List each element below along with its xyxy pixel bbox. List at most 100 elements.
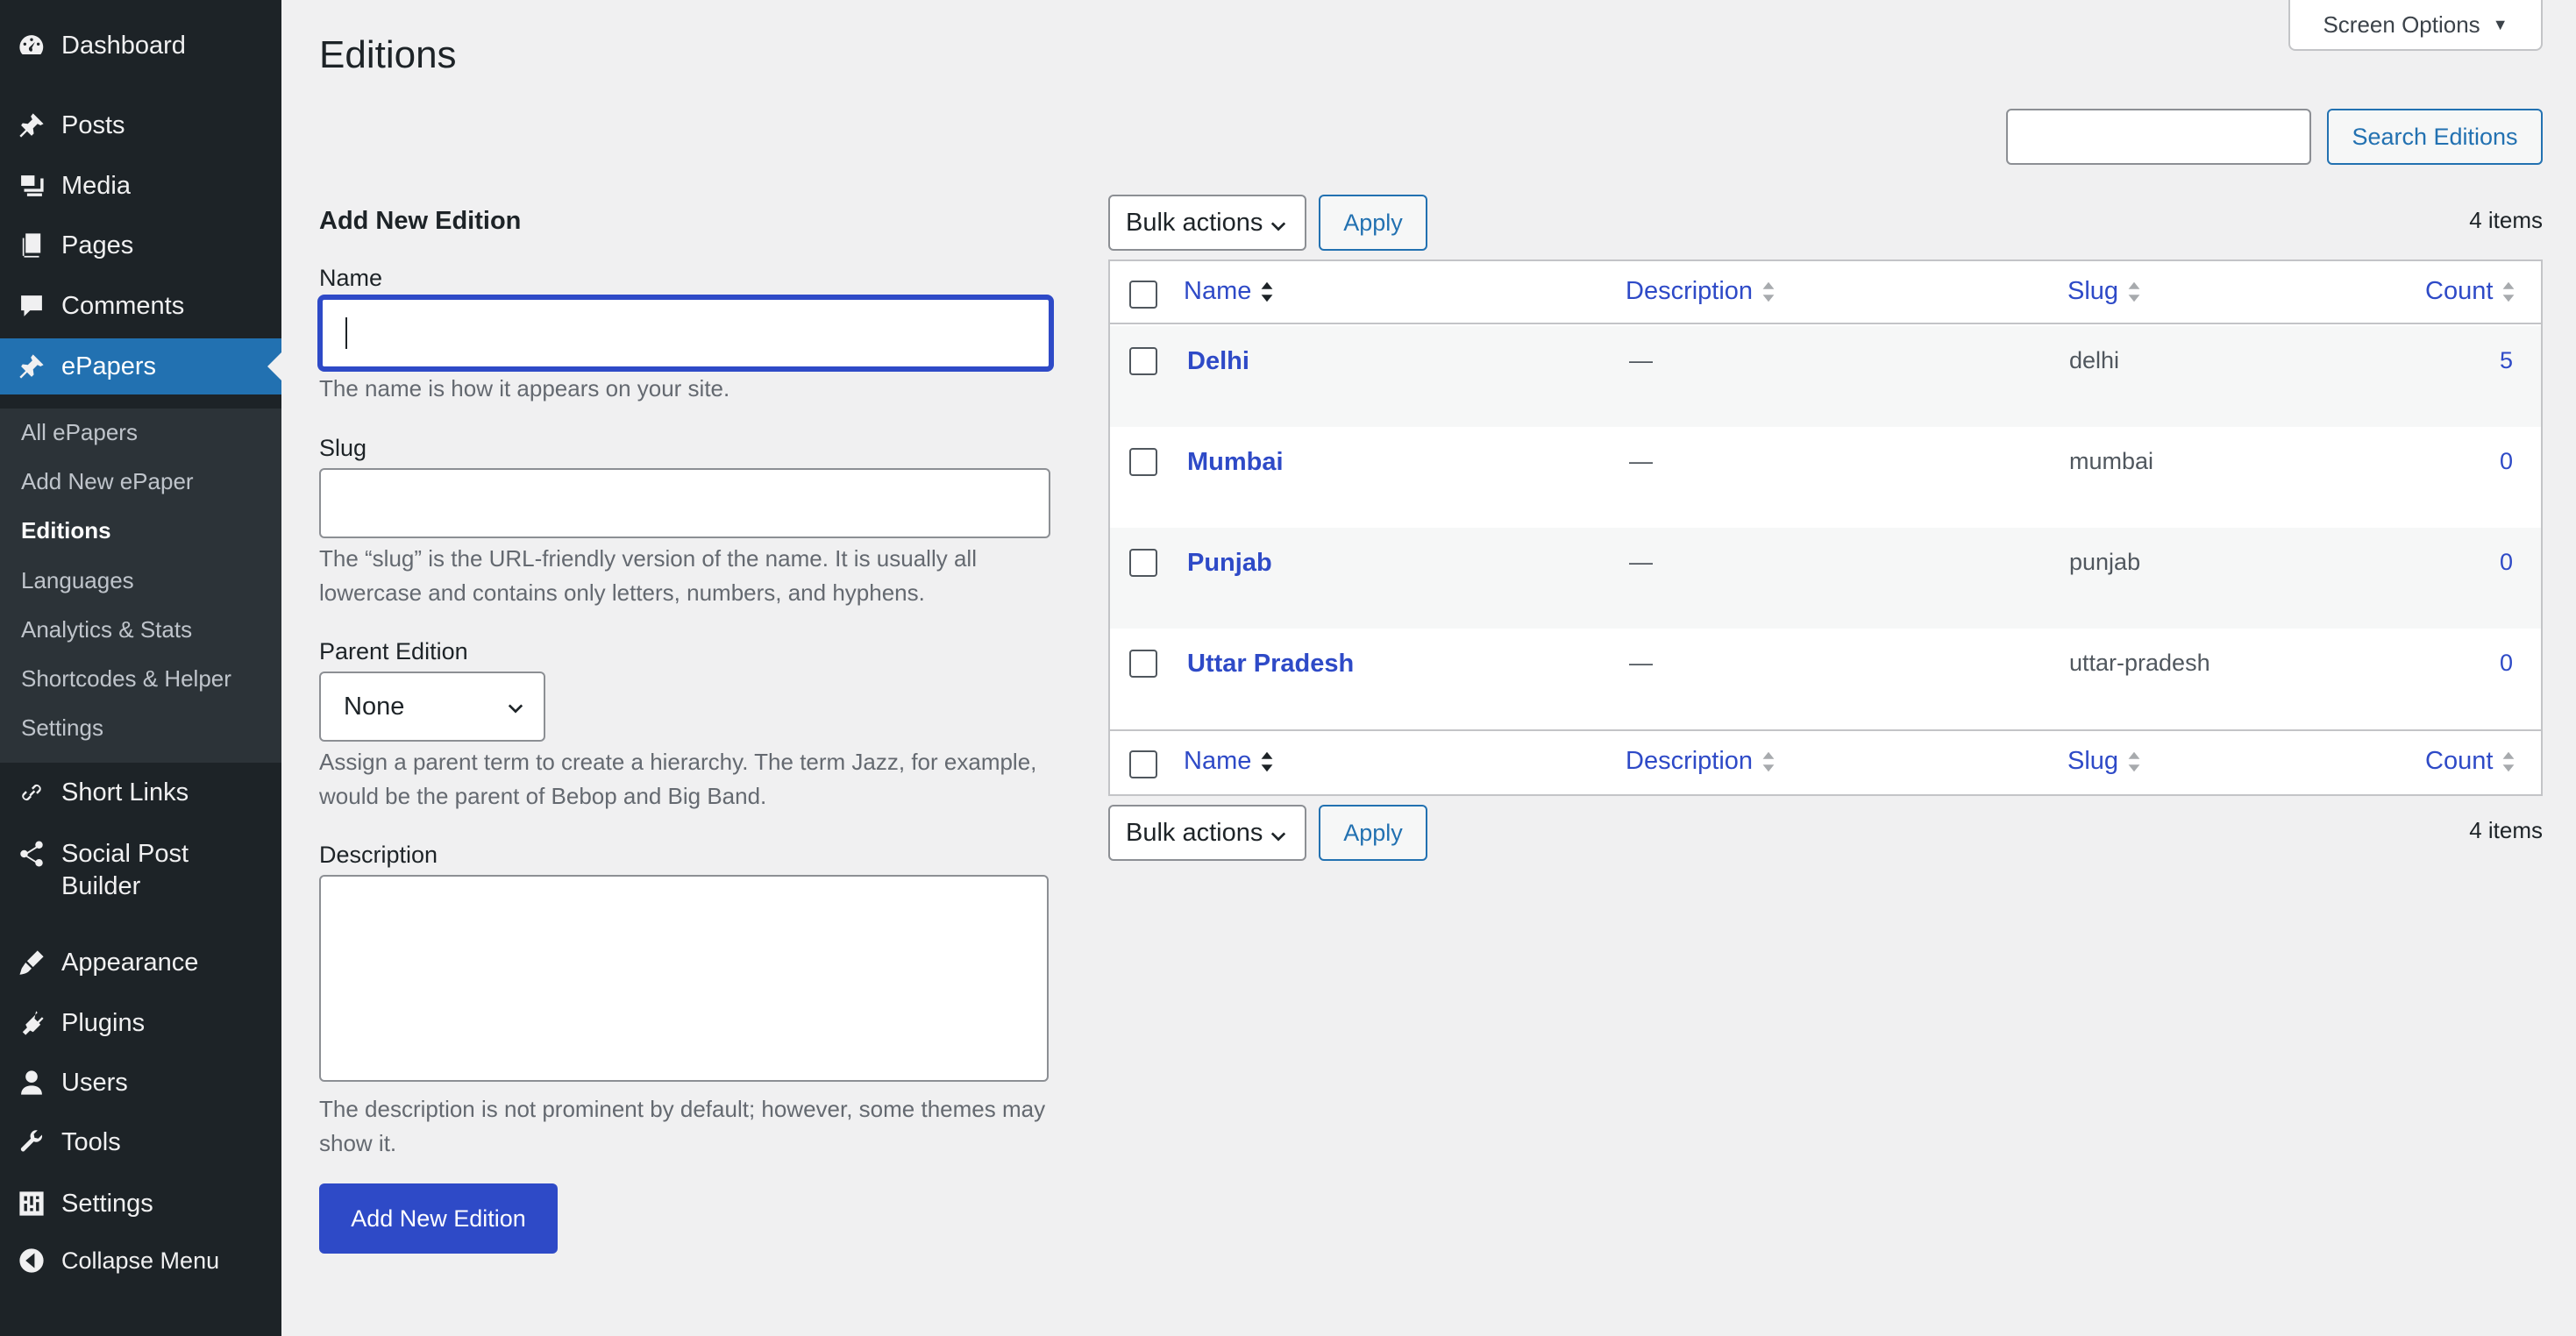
dashboard-icon — [16, 30, 47, 61]
submenu-all-epapers[interactable]: All ePapers — [21, 419, 138, 446]
menu-item-epapers[interactable]: ePapers — [0, 338, 281, 394]
column-label: Slug — [2067, 277, 2119, 305]
screen-options-label: Screen Options — [2323, 11, 2480, 38]
menu-label: Short Links — [61, 778, 189, 807]
pin-icon — [16, 110, 47, 141]
settings-icon — [16, 1188, 47, 1219]
column-description-sort[interactable]: Description — [1626, 747, 1775, 776]
select-all-checkbox[interactable] — [1129, 281, 1157, 309]
table-row: Punjab — punjab 0 — [1110, 528, 2541, 629]
bulk-actions-label: Bulk actions — [1126, 208, 1263, 237]
submenu-settings[interactable]: Settings — [21, 714, 103, 742]
chevron-down-icon — [1270, 832, 1286, 842]
sort-icon — [1762, 751, 1775, 771]
edition-name-link[interactable]: Mumbai — [1187, 448, 1284, 477]
edition-name-link[interactable]: Uttar Pradesh — [1187, 650, 1354, 679]
brush-icon — [16, 947, 47, 978]
apply-button-top[interactable]: Apply — [1319, 195, 1427, 251]
menu-item-dashboard[interactable]: Dashboard — [0, 19, 281, 72]
name-label: Name — [319, 265, 383, 291]
add-new-edition-button[interactable]: Add New Edition — [319, 1183, 558, 1254]
edition-count-link[interactable]: 0 — [2425, 549, 2513, 576]
submenu-shortcodes-helper[interactable]: Shortcodes & Helper — [21, 665, 231, 693]
edition-count-link[interactable]: 5 — [2425, 347, 2513, 374]
edition-name-link[interactable]: Punjab — [1187, 549, 1272, 578]
menu-label: Users — [61, 1068, 128, 1097]
table-row: Uttar Pradesh — uttar-pradesh 0 — [1110, 629, 2541, 729]
column-label: Name — [1184, 277, 1252, 305]
menu-label: Settings — [61, 1189, 153, 1218]
chevron-down-icon — [1270, 222, 1286, 231]
column-count-sort[interactable]: Count — [2425, 277, 2516, 306]
sort-asc-icon — [1261, 281, 1273, 302]
sort-icon — [2128, 751, 2140, 771]
text-caret — [345, 317, 347, 349]
menu-item-comments[interactable]: Comments — [0, 280, 281, 332]
collapse-menu-button[interactable]: Collapse Menu — [0, 1234, 281, 1287]
link-icon — [16, 777, 47, 808]
edition-slug: punjab — [2069, 549, 2141, 575]
triangle-down-icon: ▼ — [2492, 15, 2508, 33]
menu-item-plugins[interactable]: Plugins — [0, 997, 281, 1049]
submenu-analytics-stats[interactable]: Analytics & Stats — [21, 616, 192, 643]
column-label: Count — [2425, 277, 2494, 305]
user-icon — [16, 1067, 47, 1098]
media-icon — [16, 170, 47, 202]
edition-slug: delhi — [2069, 347, 2120, 373]
sort-icon — [2502, 751, 2515, 771]
submenu-languages[interactable]: Languages — [21, 567, 134, 594]
sort-icon — [2128, 281, 2140, 302]
slug-input[interactable] — [319, 468, 1050, 538]
bulk-actions-select-top[interactable]: Bulk actions — [1108, 195, 1306, 251]
items-count-bottom: 4 items — [2469, 817, 2543, 843]
edition-count-link[interactable]: 0 — [2425, 448, 2513, 475]
menu-label: Social Post — [61, 840, 189, 868]
column-slug-sort[interactable]: Slug — [2067, 747, 2141, 776]
page-title: Editions — [319, 33, 457, 76]
menu-item-settings[interactable]: Settings — [0, 1177, 281, 1230]
screen-options-button[interactable]: Screen Options ▼ — [2288, 0, 2543, 51]
row-checkbox[interactable] — [1129, 347, 1157, 375]
menu-item-media[interactable]: Media — [0, 160, 281, 212]
column-count-sort[interactable]: Count — [2425, 747, 2516, 776]
submenu-add-new-epaper[interactable]: Add New ePaper — [21, 468, 194, 495]
row-checkbox[interactable] — [1129, 448, 1157, 476]
row-checkbox[interactable] — [1129, 650, 1157, 678]
table-header: Name Description Slug Count — [1110, 261, 2541, 324]
menu-item-social-post-builder[interactable]: Social Post Builder — [0, 826, 281, 906]
column-slug-sort[interactable]: Slug — [2067, 277, 2141, 306]
search-editions-button[interactable]: Search Editions — [2327, 109, 2543, 165]
menu-label-line2: Builder — [61, 872, 141, 900]
submenu-editions[interactable]: Editions — [21, 517, 111, 544]
form-heading: Add New Edition — [319, 207, 522, 235]
column-name-sort[interactable]: Name — [1184, 747, 1274, 776]
search-input[interactable] — [2006, 109, 2311, 165]
row-checkbox[interactable] — [1129, 549, 1157, 577]
name-input[interactable] — [319, 296, 1052, 370]
edition-description: — — [1629, 650, 1653, 676]
bulk-actions-select-bottom[interactable]: Bulk actions — [1108, 805, 1306, 861]
apply-button-bottom[interactable]: Apply — [1319, 805, 1427, 861]
column-description-sort[interactable]: Description — [1626, 277, 1775, 306]
description-textarea[interactable] — [319, 875, 1049, 1082]
select-all-checkbox-bottom[interactable] — [1129, 750, 1157, 778]
menu-item-short-links[interactable]: Short Links — [0, 766, 281, 819]
edition-count-link[interactable]: 0 — [2425, 650, 2513, 677]
menu-item-users[interactable]: Users — [0, 1056, 281, 1109]
parent-edition-hint: Assign a parent term to create a hierarc… — [319, 749, 1037, 809]
table-row: Mumbai — mumbai 0 — [1110, 427, 2541, 528]
slug-hint: The “slug” is the URL-friendly version o… — [319, 545, 977, 606]
menu-item-tools[interactable]: Tools — [0, 1116, 281, 1169]
menu-label: Posts — [61, 110, 125, 139]
parent-edition-select[interactable]: None — [319, 672, 545, 742]
sort-icon — [1762, 281, 1775, 302]
edition-name-link[interactable]: Delhi — [1187, 347, 1249, 376]
menu-item-pages[interactable]: Pages — [0, 219, 281, 272]
menu-item-posts[interactable]: Posts — [0, 99, 281, 152]
menu-item-appearance[interactable]: Appearance — [0, 936, 281, 989]
edition-description: — — [1629, 347, 1653, 373]
epapers-submenu: All ePapers Add New ePaper Editions Lang… — [0, 409, 281, 763]
column-name-sort[interactable]: Name — [1184, 277, 1274, 306]
column-label: Slug — [2067, 747, 2119, 775]
admin-sidebar: Dashboard Posts Media Pages Comments ePa… — [0, 0, 281, 1336]
